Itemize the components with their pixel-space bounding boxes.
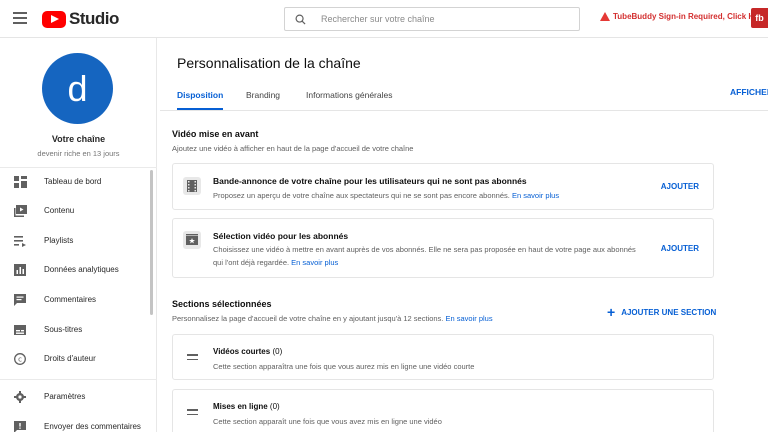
sidebar-item-dashboard[interactable]: Tableau de bord bbox=[0, 171, 150, 193]
studio-logo[interactable]: Studio bbox=[42, 9, 119, 29]
gear-icon bbox=[14, 391, 26, 403]
channel-subtitle: devenir riche en 13 jours bbox=[37, 149, 120, 158]
content-icon bbox=[14, 205, 27, 217]
subscriber-video-desc-line1: Choisissez une vidéo à mettre en avant a… bbox=[213, 245, 636, 254]
subscriber-video-title: Sélection vidéo pour les abonnés bbox=[213, 231, 349, 241]
sidebar-item-label: Droits d'auteur bbox=[44, 354, 96, 363]
channel-name: Votre chaîne bbox=[51, 134, 106, 144]
sidebar-item-label: Commentaires bbox=[44, 295, 97, 304]
section-card-uploads[interactable]: Mises en ligne (0) Cette section apparaî… bbox=[172, 389, 714, 432]
drag-handle-icon[interactable] bbox=[187, 409, 198, 418]
plus-icon: + bbox=[607, 304, 616, 320]
section-desc: Cette section apparaît une fois que vous… bbox=[213, 417, 442, 426]
sidebar-item-label: Tableau de bord bbox=[44, 177, 102, 186]
youtube-play-icon bbox=[42, 10, 66, 28]
trailer-title: Bande-annonce de votre chaîne pour les u… bbox=[213, 176, 527, 186]
search-input[interactable] bbox=[321, 14, 561, 24]
sidebar-item-label: Contenu bbox=[44, 206, 75, 215]
subtitles-icon bbox=[14, 325, 26, 335]
sections-desc: Personnalisez la page d'accueil de votre… bbox=[172, 314, 493, 323]
tabs-divider bbox=[160, 110, 768, 111]
avatar[interactable]: d bbox=[42, 53, 113, 124]
sidebar-item-label: Données analytiques bbox=[44, 265, 119, 274]
comments-icon bbox=[14, 294, 26, 306]
tab-disposition[interactable]: Disposition bbox=[177, 90, 224, 110]
sidebar-item-content[interactable]: Contenu bbox=[0, 200, 150, 222]
section-card-shorts[interactable]: Vidéos courtes (0) Cette section apparaî… bbox=[172, 334, 714, 380]
section-count: (0) bbox=[269, 402, 280, 411]
sidebar-item-playlists[interactable]: Playlists bbox=[0, 230, 150, 252]
analytics-icon bbox=[14, 264, 26, 276]
sidebar-item-subtitles[interactable]: Sous-titres bbox=[0, 319, 150, 341]
search-bar[interactable] bbox=[284, 7, 580, 31]
tubebuddy-warning-text: TubeBuddy Sign-in Required, Click Here bbox=[613, 12, 767, 21]
sidebar-item-label: Sous-titres bbox=[44, 325, 83, 334]
copyright-icon: c bbox=[14, 353, 26, 365]
sidebar-item-comments[interactable]: Commentaires bbox=[0, 289, 150, 311]
feedback-icon bbox=[14, 421, 26, 432]
sidebar-item-feedback[interactable]: Envoyer des commentaires bbox=[0, 416, 150, 432]
section-count: (0) bbox=[272, 347, 283, 356]
learn-more-link[interactable]: En savoir plus bbox=[445, 314, 492, 323]
trailer-card: Bande-annonce de votre chaîne pour les u… bbox=[172, 163, 714, 210]
add-section-button[interactable]: + AJOUTER UNE SECTION bbox=[607, 304, 717, 320]
section-title-text: Mises en ligne bbox=[213, 402, 268, 411]
film-icon bbox=[183, 177, 201, 195]
section-title: Vidéos courtes (0) bbox=[213, 347, 282, 356]
subscriber-video-desc-line2: qui l'ont déjà regardée. bbox=[213, 258, 290, 267]
tab-general-info[interactable]: Informations générales bbox=[306, 90, 392, 110]
trailer-desc-text: Proposez un aperçu de votre chaîne aux s… bbox=[213, 191, 510, 200]
tubebuddy-button[interactable]: fb bbox=[751, 8, 768, 28]
top-bar: Studio TubeBuddy Sign-in Required, Click… bbox=[0, 0, 768, 38]
playlists-icon bbox=[14, 236, 26, 247]
subscriber-video-desc: Choisissez une vidéo à mettre en avant a… bbox=[213, 243, 636, 269]
logo-text: Studio bbox=[69, 9, 119, 28]
dashboard-icon bbox=[14, 176, 27, 188]
sidebar-item-settings[interactable]: Paramètres bbox=[0, 386, 150, 408]
tubebuddy-warning[interactable]: TubeBuddy Sign-in Required, Click Here bbox=[600, 12, 766, 21]
section-title-text: Vidéos courtes bbox=[213, 347, 271, 356]
sidebar-item-label: Envoyer des commentaires bbox=[44, 422, 141, 431]
subscriber-video-desc-line2-wrap: qui l'ont déjà regardée. En savoir plus bbox=[213, 256, 636, 269]
drag-handle-icon[interactable] bbox=[187, 354, 198, 363]
sidebar-divider bbox=[0, 379, 157, 380]
sidebar-item-label: Paramètres bbox=[44, 392, 86, 401]
video-star-icon bbox=[183, 231, 201, 249]
sidebar-divider bbox=[0, 167, 157, 168]
sidebar-item-label: Playlists bbox=[44, 236, 74, 245]
warning-icon bbox=[600, 12, 610, 21]
section-desc: Cette section apparaîtra une fois que vo… bbox=[213, 362, 475, 371]
add-subscriber-video-button[interactable]: AJOUTER bbox=[661, 244, 699, 253]
section-title: Mises en ligne (0) bbox=[213, 402, 280, 411]
trailer-desc: Proposez un aperçu de votre chaîne aux s… bbox=[213, 189, 559, 202]
add-section-label: AJOUTER UNE SECTION bbox=[621, 307, 717, 317]
learn-more-link[interactable]: En savoir plus bbox=[512, 191, 559, 200]
learn-more-link[interactable]: En savoir plus bbox=[291, 258, 338, 267]
sidebar-item-analytics[interactable]: Données analytiques bbox=[0, 259, 150, 281]
tab-branding[interactable]: Branding bbox=[246, 90, 280, 110]
sidebar-scrollbar[interactable] bbox=[150, 170, 153, 315]
add-trailer-button[interactable]: AJOUTER bbox=[661, 182, 699, 191]
sidebar-item-copyright[interactable]: c Droits d'auteur bbox=[0, 348, 150, 370]
sections-title: Sections sélectionnées bbox=[172, 299, 272, 309]
search-icon bbox=[295, 14, 306, 25]
subscriber-video-card: Sélection vidéo pour les abonnés Choisis… bbox=[172, 218, 714, 278]
sidebar: d Votre chaîne devenir riche en 13 jours… bbox=[0, 38, 157, 432]
featured-video-desc: Ajoutez une vidéo à afficher en haut de … bbox=[172, 144, 414, 153]
sections-desc-text: Personnalisez la page d'accueil de votre… bbox=[172, 314, 444, 323]
featured-video-title: Vidéo mise en avant bbox=[172, 129, 259, 139]
menu-icon[interactable] bbox=[13, 12, 27, 24]
svg-text:c: c bbox=[18, 356, 22, 364]
page-title: Personnalisation de la chaîne bbox=[177, 55, 361, 71]
view-channel-button[interactable]: AFFICHER bbox=[730, 87, 768, 97]
